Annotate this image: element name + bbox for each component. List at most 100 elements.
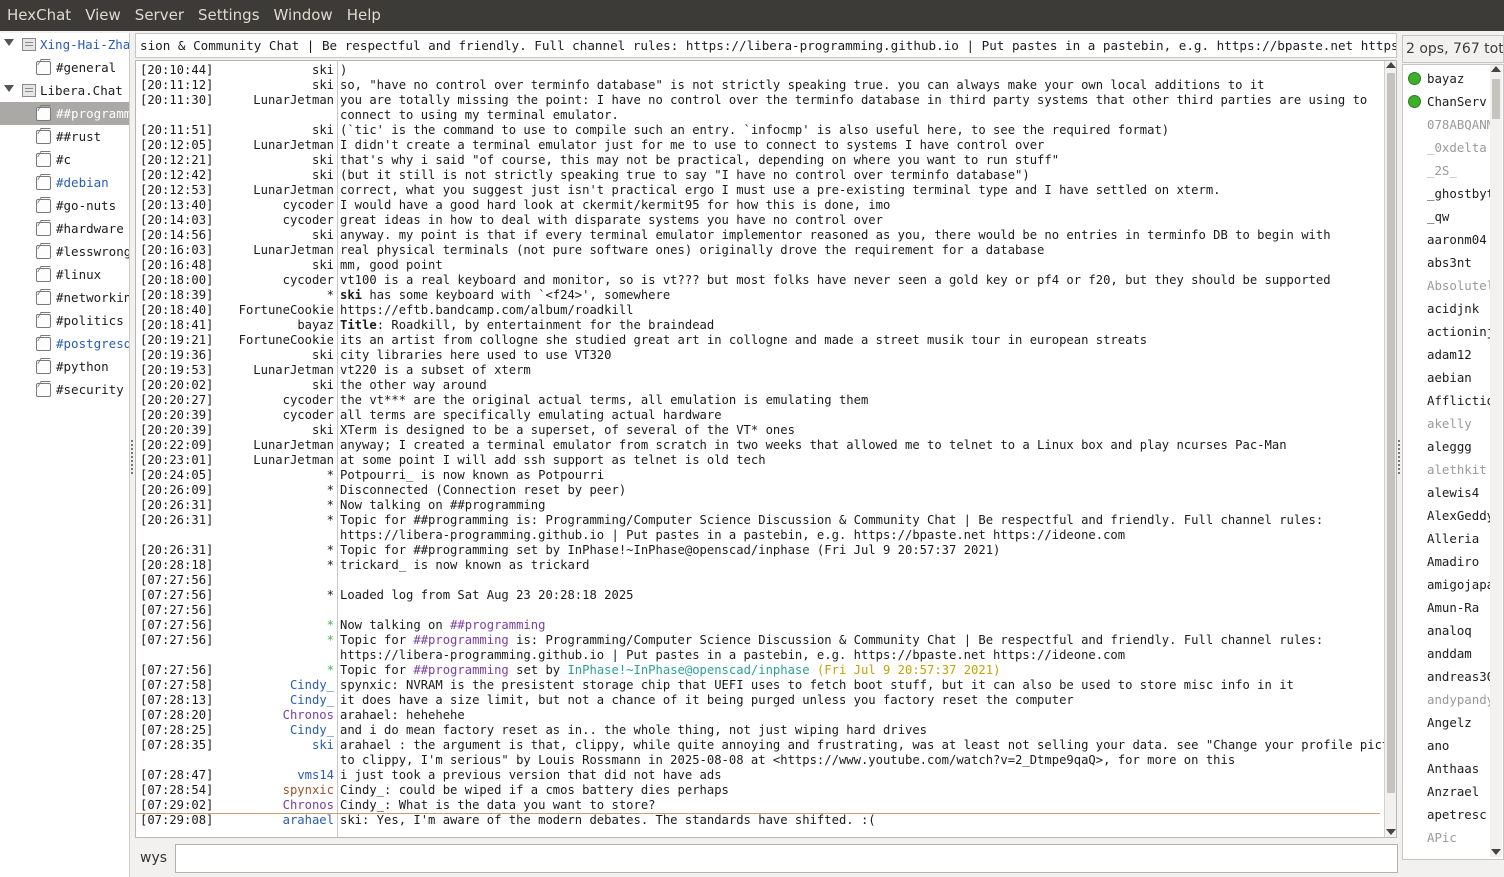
user-entry[interactable]: _0xdelta <box>1403 136 1491 159</box>
userlist-scroll-thumb[interactable] <box>1492 79 1500 119</box>
expander-icon[interactable] <box>4 85 14 92</box>
nick[interactable]: ski <box>312 78 334 93</box>
nick[interactable]: arahael <box>283 813 334 828</box>
nick[interactable]: FortuneCookie <box>239 333 334 348</box>
nick[interactable]: LunarJetman <box>253 138 334 153</box>
tree-channel[interactable]: #networking <box>0 286 129 309</box>
userlist-scrollbar[interactable] <box>1490 65 1502 857</box>
user-entry[interactable]: Absolutel <box>1403 274 1494 297</box>
menu-hexchat[interactable]: HexChat <box>0 0 78 31</box>
scroll-down-icon[interactable] <box>1386 829 1396 835</box>
nick[interactable]: ski <box>312 168 334 183</box>
topic-bar[interactable]: sion & Community Chat | Be respectful an… <box>135 33 1397 58</box>
tree-channel[interactable]: ##rust <box>0 125 129 148</box>
user-entry[interactable]: aaronm04 <box>1403 228 1491 251</box>
user-entry[interactable]: apetresc <box>1403 803 1491 826</box>
expander-icon[interactable] <box>4 39 14 46</box>
user-entry[interactable]: alewis4 <box>1403 481 1491 504</box>
user-entry[interactable]: analoq <box>1403 619 1491 642</box>
nick[interactable]: ski <box>312 423 334 438</box>
menu-help[interactable]: Help <box>340 0 388 31</box>
nick[interactable]: ski <box>312 738 334 753</box>
tree-channel[interactable]: #security <box>0 378 129 401</box>
nick[interactable]: vms14 <box>297 768 334 783</box>
nick[interactable]: * <box>327 483 334 498</box>
user-entry[interactable]: aleggg <box>1403 435 1491 458</box>
nick[interactable]: * <box>327 513 334 528</box>
user-list[interactable]: bayaz ChanServ 078ABQANM _0xdelta _2S_ _ghost… <box>1402 64 1504 860</box>
nick[interactable]: cycoder <box>283 393 334 408</box>
tree-server[interactable]: Libera.Chat <box>0 79 129 102</box>
chat-log[interactable]: [20:10:44] ski) [20:11:12] ski so, "have no … <box>135 60 1397 838</box>
user-entry[interactable]: _2S_ <box>1403 159 1491 182</box>
user-entry[interactable]: Afflictio <box>1403 389 1494 412</box>
channel-tree[interactable]: Xing-Hai-Zhan #general Libera.Chat ##progra… <box>0 33 130 877</box>
user-entry[interactable]: AlexGeddy <box>1403 504 1494 527</box>
user-entry[interactable]: abs3nt <box>1403 251 1491 274</box>
user-entry[interactable]: Anzrael <box>1403 780 1491 803</box>
user-entry[interactable]: anddam <box>1403 642 1491 665</box>
tree-server[interactable]: Xing-Hai-Zhan <box>0 33 129 56</box>
nick[interactable]: LunarJetman <box>253 453 334 468</box>
nick[interactable]: Cindy_ <box>290 723 334 738</box>
nick[interactable]: Cindy_ <box>290 693 334 708</box>
user-entry[interactable]: aebian <box>1403 366 1491 389</box>
nick[interactable]: * <box>327 498 334 513</box>
user-entry[interactable]: bayaz <box>1403 67 1491 90</box>
nick[interactable]: * <box>327 663 334 678</box>
nick[interactable]: ski <box>312 348 334 363</box>
user-entry[interactable]: andypandy <box>1403 688 1494 711</box>
tree-channel[interactable]: #debian <box>0 171 129 194</box>
scroll-up-icon[interactable] <box>1491 66 1501 72</box>
user-entry[interactable]: andreas30 <box>1403 665 1494 688</box>
user-entry[interactable]: 078ABQANM <box>1403 113 1494 136</box>
nick[interactable]: LunarJetman <box>253 243 334 258</box>
user-entry[interactable]: adam12 <box>1403 343 1491 366</box>
user-entry[interactable]: Alleria <box>1403 527 1491 550</box>
right-pane-grip[interactable] <box>1398 440 1400 474</box>
chat-scrollbar[interactable] <box>1384 61 1396 837</box>
nick[interactable]: ski <box>312 153 334 168</box>
user-entry[interactable]: APic <box>1403 826 1491 849</box>
nick[interactable]: Chronos <box>283 798 334 813</box>
nick[interactable]: * <box>327 618 334 633</box>
menu-settings[interactable]: Settings <box>191 0 267 31</box>
nick[interactable]: LunarJetman <box>253 183 334 198</box>
tree-channel[interactable]: ##programming <box>0 102 129 125</box>
nick[interactable]: * <box>327 288 334 303</box>
nick[interactable]: bayaz <box>297 318 334 333</box>
user-entry[interactable]: ano <box>1403 734 1491 757</box>
user-entry[interactable]: ChanServ <box>1403 90 1491 113</box>
scroll-down-icon[interactable] <box>1491 849 1501 855</box>
nick[interactable]: LunarJetman <box>253 363 334 378</box>
menu-window[interactable]: Window <box>267 0 340 31</box>
tree-channel[interactable]: #python <box>0 355 129 378</box>
nick[interactable]: ski <box>312 378 334 393</box>
user-entry[interactable]: akelly <box>1403 412 1491 435</box>
nick[interactable]: cycoder <box>283 198 334 213</box>
tree-channel[interactable]: #linux <box>0 263 129 286</box>
nick[interactable]: Cindy_ <box>290 678 334 693</box>
message-input[interactable] <box>175 844 1398 873</box>
nick[interactable]: * <box>327 588 334 603</box>
user-entry[interactable]: alethkit <box>1403 458 1491 481</box>
user-entry[interactable]: acidjnk <box>1403 297 1491 320</box>
user-entry[interactable]: Amadiro <box>1403 550 1491 573</box>
chat-scroll-thumb[interactable] <box>1387 73 1395 793</box>
user-entry[interactable]: Angelz <box>1403 711 1491 734</box>
nick[interactable]: Chronos <box>283 708 334 723</box>
left-pane-grip[interactable] <box>131 440 133 474</box>
tree-channel[interactable]: #politics <box>0 309 129 332</box>
menu-view[interactable]: View <box>78 0 128 31</box>
nick[interactable]: * <box>327 633 334 648</box>
nick[interactable]: FortuneCookie <box>239 303 334 318</box>
tree-channel[interactable]: #go-nuts <box>0 194 129 217</box>
nick[interactable]: cycoder <box>283 213 334 228</box>
nick[interactable]: cycoder <box>283 273 334 288</box>
menu-server[interactable]: Server <box>128 0 191 31</box>
user-entry[interactable]: actioninj <box>1403 320 1494 343</box>
nick[interactable]: LunarJetman <box>253 93 334 108</box>
tree-channel[interactable]: #c <box>0 148 129 171</box>
nick[interactable]: ski <box>312 258 334 273</box>
tree-channel[interactable]: #lesswrong <box>0 240 129 263</box>
